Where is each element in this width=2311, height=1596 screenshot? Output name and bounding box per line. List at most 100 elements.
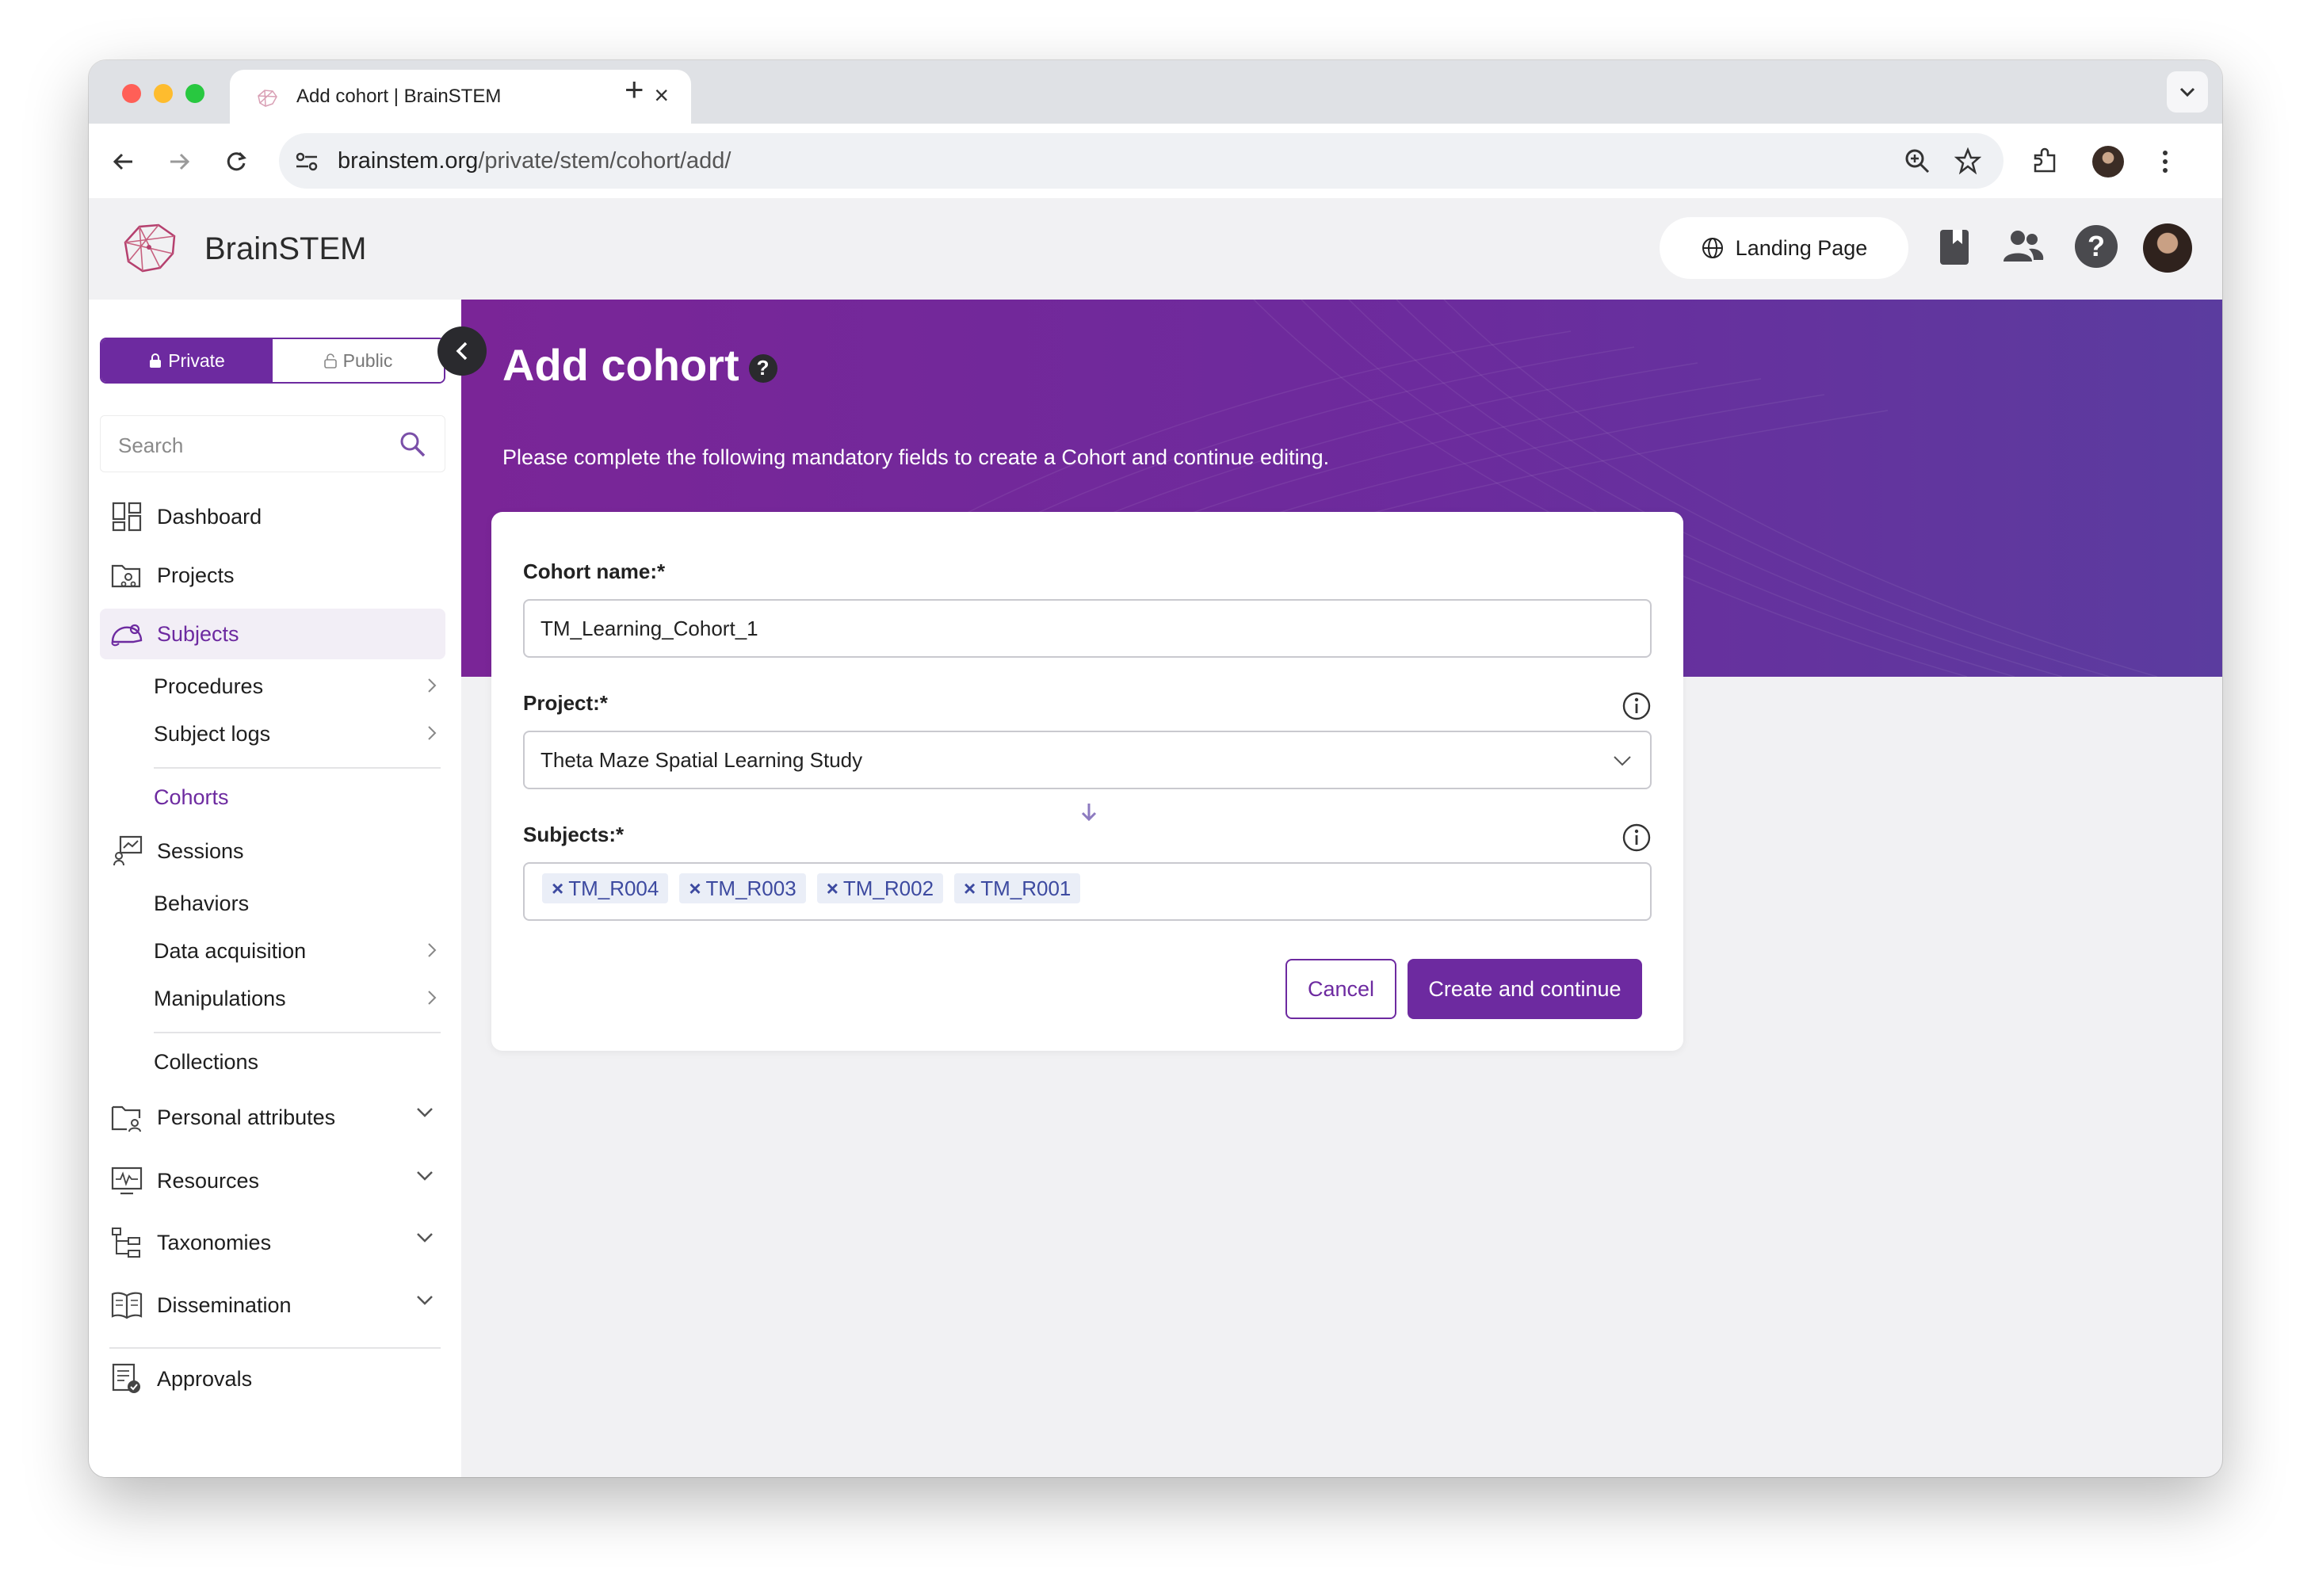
collapse-sidebar-button[interactable] [437,326,487,376]
cohort-name-label: Cohort name:* [523,559,666,583]
extensions-button[interactable] [2026,143,2064,181]
chevron-down-icon [2179,87,2195,97]
sidebar-item-dissemination[interactable]: Dissemination [100,1280,445,1331]
chevron-down-icon [417,1108,433,1117]
sidebar-item-behaviors[interactable]: Behaviors [154,881,447,926]
public-mode-button[interactable]: Public [273,339,444,382]
forward-button[interactable] [160,143,198,181]
sidebar-item-cohorts[interactable]: Cohorts [154,775,447,819]
maximize-window-button[interactable] [185,84,204,103]
reload-icon [227,151,246,171]
bookmark-icon[interactable] [1939,228,1970,266]
project-select[interactable]: Theta Maze Spatial Learning Study [523,731,1652,789]
sidebar-item-sessions[interactable]: Sessions [100,826,445,876]
sidebar-item-label: Cohorts [154,785,229,809]
new-tab-button[interactable]: + [625,73,644,106]
sidebar-item-label: Dissemination [157,1292,292,1317]
subject-tag[interactable]: × TM_R003 [679,873,806,903]
brand-name[interactable]: BrainSTEM [204,231,367,267]
back-button[interactable] [105,143,143,181]
sidebar-item-data-acquisition[interactable]: Data acquisition [154,929,447,973]
search-icon[interactable] [399,430,427,459]
subject-tag-label: TM_R003 [705,876,796,900]
landing-page-label: Landing Page [1735,235,1868,260]
sidebar-search[interactable]: Search [100,415,445,472]
remove-tag-icon[interactable]: × [552,876,563,901]
remove-tag-icon[interactable]: × [964,876,976,901]
sidebar-divider [109,1347,441,1349]
close-window-button[interactable] [122,84,141,103]
private-mode-button[interactable]: Private [101,339,273,382]
sidebar-item-subjects[interactable]: Subjects [100,609,445,659]
sidebar-item-collections[interactable]: Collections [154,1040,447,1084]
search-input[interactable]: Search [118,433,183,458]
tab-close-icon[interactable]: × [654,81,669,110]
browser-tab[interactable]: Add cohort | BrainSTEM × [230,70,691,124]
folder-person-icon [111,1105,141,1132]
subject-tag-label: TM_R002 [842,876,934,900]
lock-icon [150,353,162,368]
brainstem-favicon-icon [258,90,277,107]
sidebar-item-procedures[interactable]: Procedures [154,664,447,708]
info-icon[interactable] [1622,691,1652,721]
profile-button[interactable] [2089,143,2127,181]
sidebar-item-label: Behaviors [154,891,250,915]
projects-folder-icon [111,564,141,588]
subject-tag-label: TM_R004 [568,876,659,900]
rodent-icon [111,624,143,647]
sidebar-item-label: Personal attributes [157,1105,336,1129]
open-book-icon [111,1292,143,1319]
sidebar-item-personal-attributes[interactable]: Personal attributes [100,1092,445,1143]
zoom-icon[interactable] [1904,147,1931,174]
cohort-name-input[interactable]: TM_Learning_Cohort_1 [523,599,1652,658]
star-icon[interactable] [1954,147,1981,174]
sidebar-item-taxonomies[interactable]: Taxonomies [100,1217,445,1268]
minimize-window-button[interactable] [154,84,173,103]
cancel-button[interactable]: Cancel [1285,959,1396,1019]
subjects-multiselect[interactable]: × TM_R004 × TM_R003 × TM_R002 × TM_R001 [523,862,1652,921]
info-icon[interactable] [1622,823,1652,853]
remove-tag-icon[interactable]: × [827,876,838,901]
help-button[interactable]: ? [2075,225,2118,268]
tab-search-button[interactable] [2167,71,2208,113]
sidebar-item-label: Manipulations [154,986,286,1010]
sidebar-item-projects[interactable]: Projects [100,550,445,601]
subjects-label: Subjects:* [523,823,625,846]
globe-icon [1702,238,1723,258]
profile-avatar [2092,146,2124,178]
remove-tag-icon[interactable]: × [689,876,701,901]
browser-window: Add cohort | BrainSTEM × + brainstem.org… [89,60,2222,1477]
sidebar-item-label: Projects [157,563,235,587]
user-avatar[interactable] [2143,223,2192,273]
chevron-left-icon [456,342,468,361]
subject-tag-label: TM_R001 [980,876,1071,900]
sidebar-item-label: Approvals [157,1366,253,1391]
subject-tag[interactable]: × TM_R001 [954,873,1081,903]
sidebar-item-subject-logs[interactable]: Subject logs [154,712,447,756]
sidebar-item-dashboard[interactable]: Dashboard [100,491,445,542]
help-circle-icon[interactable]: ? [748,353,777,383]
sidebar-item-manipulations[interactable]: Manipulations [154,976,447,1021]
sidebar-item-approvals[interactable]: Approvals [100,1354,445,1404]
page-subtitle: Please complete the following mandatory … [502,445,1330,469]
url-path: /private/stem/cohort/add/ [478,148,731,174]
brainstem-logo-icon[interactable] [117,220,181,276]
users-icon[interactable] [2002,228,2045,265]
public-mode-label: Public [342,349,393,371]
browser-menu-button[interactable] [2146,143,2184,181]
hierarchy-icon [112,1228,140,1258]
app-header: BrainSTEM Landing Page ? [89,198,2222,300]
subject-tag[interactable]: × TM_R004 [542,873,669,903]
chevron-right-icon [428,678,437,693]
monitor-icon [111,1166,143,1195]
sidebar-item-label: Dashboard [157,504,262,529]
private-mode-label: Private [168,349,225,371]
address-bar[interactable]: brainstem.org/private/stem/cohort/add/ [279,133,2004,189]
sidebar-item-resources[interactable]: Resources [100,1155,445,1206]
reload-button[interactable] [217,143,255,181]
landing-page-button[interactable]: Landing Page [1660,217,1908,279]
project-label: Project:* [523,691,608,715]
create-and-continue-button[interactable]: Create and continue [1408,959,1642,1019]
sidebar-item-label: Sessions [157,838,244,863]
subject-tag[interactable]: × TM_R002 [816,873,944,903]
